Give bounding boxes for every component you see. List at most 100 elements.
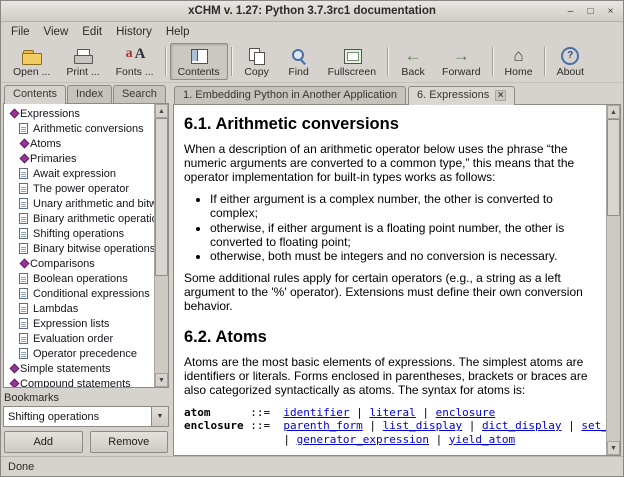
tree-item-await-expression[interactable]: Await expression (4, 166, 154, 181)
grammar-pipe: | (562, 419, 582, 432)
paragraph: Atoms are the most basic elements of exp… (184, 356, 594, 398)
grammar-block: atom::=identifier | literal | enclosuree… (184, 406, 594, 446)
tree-item-label: Evaluation order (33, 333, 113, 345)
toolbar-button-label: Home (505, 66, 533, 78)
fonts-button[interactable]: Fonts ... (108, 43, 162, 80)
tree-item-label: Arithmetic conversions (33, 123, 144, 135)
scroll-down-icon[interactable]: ▼ (155, 373, 168, 387)
printer-icon (72, 47, 94, 65)
tree-scroll-thumb[interactable] (155, 118, 168, 276)
back-button[interactable]: Back (392, 43, 434, 80)
add-bookmark-button[interactable]: Add (4, 431, 83, 453)
tree-item-the-power-operator[interactable]: The power operator (4, 181, 154, 196)
paragraph: When a description of an arithmetic oper… (184, 143, 594, 185)
scroll-up-icon[interactable]: ▲ (155, 104, 168, 118)
menu-edit[interactable]: Edit (75, 24, 109, 40)
tab-close-icon[interactable]: × (495, 90, 506, 101)
scroll-up-icon[interactable]: ▲ (607, 105, 620, 119)
fullscreen-button[interactable]: Fullscreen (320, 43, 384, 80)
titlebar: xCHM v. 1.27: Python 3.7.3rc1 documentat… (1, 1, 623, 22)
tree-scroll-track[interactable] (155, 118, 168, 373)
tree-item-label: Binary arithmetic operation (33, 213, 154, 225)
about-icon (559, 47, 581, 65)
tree-item-label: Atoms (30, 138, 61, 150)
grammar-link-parenth-form[interactable]: parenth_form (283, 419, 362, 432)
tab-search[interactable]: Search (113, 85, 166, 103)
list-item: otherwise, both must be integers and no … (210, 250, 594, 264)
list-item: otherwise, if either argument is a float… (210, 222, 594, 250)
tree-item-label: Binary bitwise operations (33, 243, 154, 255)
scroll-down-icon[interactable]: ▼ (607, 441, 620, 455)
tab-embedding-python[interactable]: 1. Embedding Python in Another Applicati… (174, 86, 406, 104)
tree-item-atoms[interactable]: Atoms (4, 136, 154, 151)
grammar-link-list-display[interactable]: list_display (383, 419, 462, 432)
tree-scrollbar[interactable]: ▲ ▼ (154, 104, 168, 387)
find-button[interactable]: Find (278, 43, 320, 80)
toolbar-separator (231, 47, 233, 76)
grammar-link-yield-atom[interactable]: yield_atom (449, 433, 515, 446)
tree-item-compound-statements[interactable]: Compound statements (4, 376, 154, 387)
bookmarks-label: Bookmarks (3, 390, 169, 406)
document-scrollbar[interactable]: ▲ ▼ (606, 105, 620, 455)
maximize-button[interactable]: □ (582, 3, 599, 19)
document-panel: 6.1. Arithmetic conversions When a descr… (173, 104, 621, 456)
grammar-link-set-display[interactable]: set_display (581, 419, 606, 432)
tree-item-lambdas[interactable]: Lambdas (4, 301, 154, 316)
grammar-link-literal[interactable]: literal (369, 406, 415, 419)
tree-item-binary-arithmetic-operation[interactable]: Binary arithmetic operation (4, 211, 154, 226)
tree-item-boolean-operations[interactable]: Boolean operations (4, 271, 154, 286)
bookmark-combobox[interactable]: Shifting operations ▼ (3, 406, 169, 427)
grammar-link-identifier[interactable]: identifier (283, 406, 349, 419)
tree-item-operator-precedence[interactable]: Operator precedence (4, 346, 154, 361)
tree-item-conditional-expressions[interactable]: Conditional expressions (4, 286, 154, 301)
forward-button[interactable]: Forward (434, 43, 489, 80)
tree-item-evaluation-order[interactable]: Evaluation order (4, 331, 154, 346)
tree-item-shifting-operations[interactable]: Shifting operations (4, 226, 154, 241)
toolbar-button-label: About (557, 66, 584, 78)
document-scroll-track[interactable] (607, 119, 620, 441)
close-button[interactable]: × (602, 3, 619, 19)
window-controls: – □ × (562, 3, 619, 19)
grammar-link-generator-expression[interactable]: generator_expression (297, 433, 429, 446)
page-icon (19, 333, 28, 344)
grammar-link-enclosure[interactable]: enclosure (436, 406, 496, 419)
tree-item-simple-statements[interactable]: Simple statements (4, 361, 154, 376)
print-button[interactable]: Print ... (58, 43, 107, 80)
about-button[interactable]: About (549, 43, 592, 80)
chevron-down-icon[interactable]: ▼ (151, 407, 168, 426)
grammar-pipe: | (429, 433, 449, 446)
menu-help[interactable]: Help (159, 24, 197, 40)
toolbar-button-label: Back (401, 66, 424, 78)
tree-item-expression-lists[interactable]: Expression lists (4, 316, 154, 331)
list-item: If either argument is a complex number, … (210, 193, 594, 221)
tree-item-unary-arithmetic-and-bitwis[interactable]: Unary arithmetic and bitwis (4, 196, 154, 211)
tree-item-primaries[interactable]: Primaries (4, 151, 154, 166)
document-tabs: 1. Embedding Python in Another Applicati… (173, 83, 621, 104)
toolbar-separator (492, 47, 494, 76)
remove-bookmark-button[interactable]: Remove (90, 431, 169, 453)
tree-item-comparisons[interactable]: Comparisons (4, 256, 154, 271)
tree-item-arithmetic-conversions[interactable]: Arithmetic conversions (4, 121, 154, 136)
open-folder-icon (21, 47, 43, 65)
home-icon (508, 47, 530, 65)
menu-view[interactable]: View (37, 24, 76, 40)
magnifier-icon (288, 47, 310, 65)
contents-button[interactable]: Contents (170, 43, 228, 80)
tree-item-label: Expressions (20, 108, 80, 120)
tree-item-expressions[interactable]: Expressions (4, 106, 154, 121)
minimize-button[interactable]: – (562, 3, 579, 19)
tab-contents[interactable]: Contents (4, 85, 66, 104)
document-scroll-thumb[interactable] (607, 119, 620, 216)
home-button[interactable]: Home (497, 43, 541, 80)
main-area: Contents Index Search Expressions Arithme… (1, 83, 623, 456)
menu-history[interactable]: History (109, 24, 159, 40)
copy-button[interactable]: Copy (236, 43, 278, 80)
tab-expressions[interactable]: 6. Expressions × (408, 86, 515, 105)
tab-index[interactable]: Index (67, 85, 112, 103)
tree-item-binary-bitwise-operations[interactable]: Binary bitwise operations (4, 241, 154, 256)
section-heading-arithmetic-conversions: 6.1. Arithmetic conversions (184, 115, 594, 134)
menu-file[interactable]: File (4, 24, 37, 40)
grammar-link-dict-display[interactable]: dict_display (482, 419, 561, 432)
open-button[interactable]: Open ... (5, 43, 58, 80)
toolbar-separator (165, 47, 167, 76)
